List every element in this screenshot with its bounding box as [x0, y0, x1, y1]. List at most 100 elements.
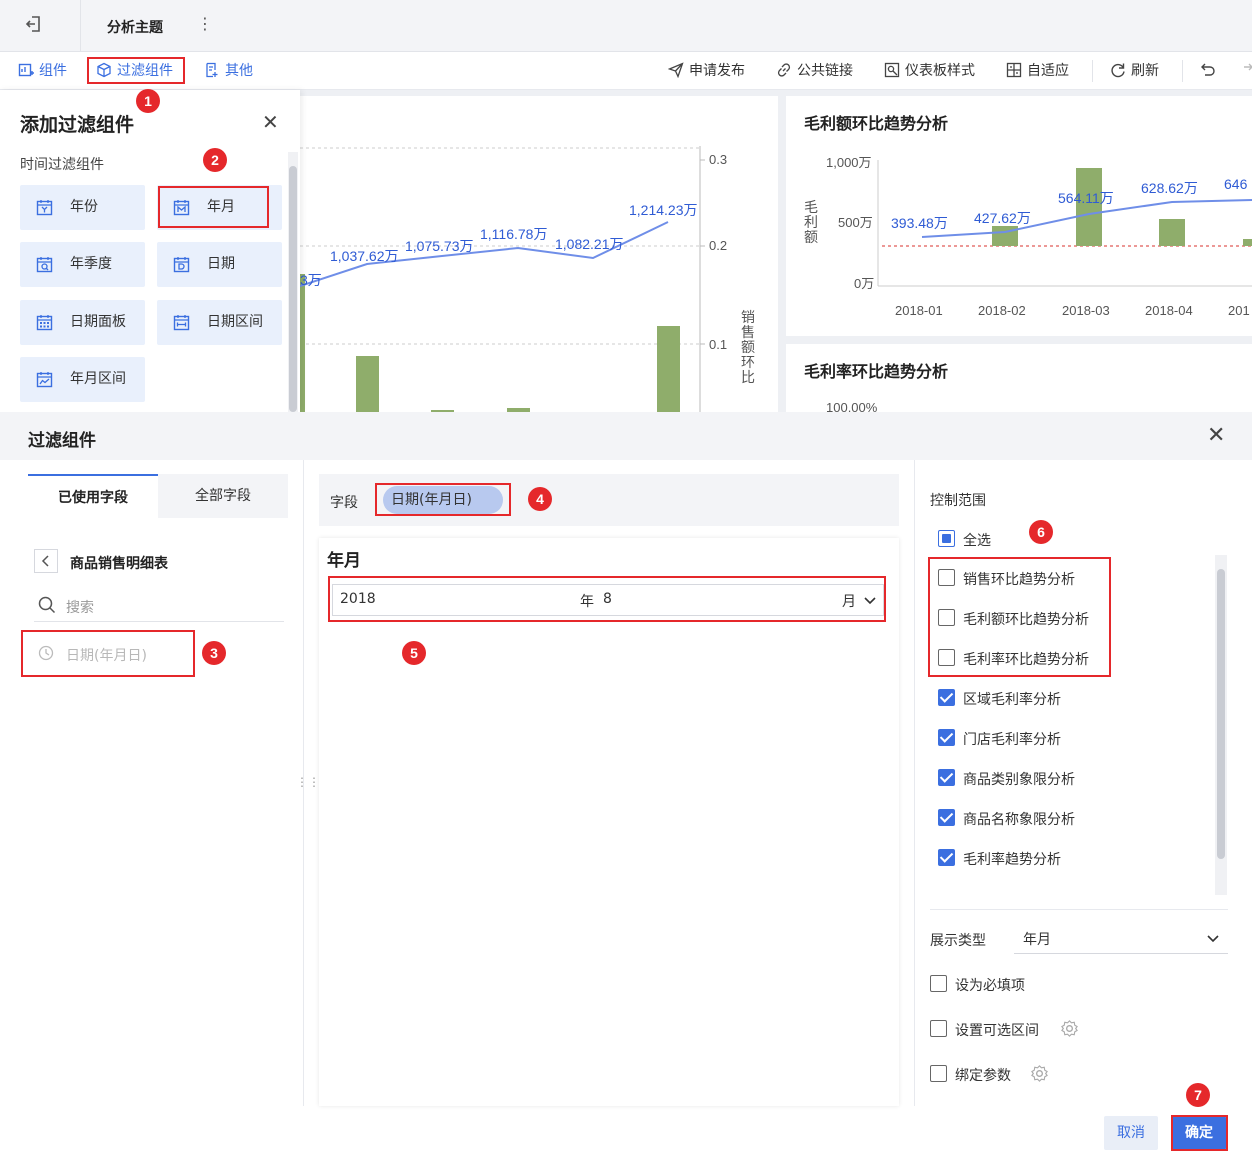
data-label: 1,075.73万	[405, 238, 474, 254]
step-badge: 1	[136, 89, 160, 113]
back-button[interactable]	[34, 549, 58, 573]
required-checkbox[interactable]	[930, 975, 947, 992]
add-filter-panel: 添加过滤组件 ✕ 时间过滤组件 年份 年月 年季度 日期 日期面板 日期区间 年…	[0, 90, 300, 412]
chart-bar	[300, 274, 305, 412]
select-all-checkbox[interactable]	[938, 530, 955, 547]
more-vertical-icon[interactable]: ⋮	[197, 14, 213, 33]
highlight-box	[1171, 1115, 1228, 1151]
calendar-icon	[36, 315, 53, 331]
scope-item-label: 商品类别象限分析	[963, 772, 1075, 788]
table-name: 商品销售明细表	[70, 556, 168, 572]
scope-item-checkbox[interactable]	[938, 769, 955, 786]
gross-profit-mom-chart-card[interactable]: 毛利额环比趋势分析 毛利额 1,000万 500万 0万 393.48万 427…	[786, 96, 1252, 336]
gear-icon[interactable]	[1030, 1064, 1049, 1083]
data-label: 564.11万	[1058, 190, 1114, 206]
calendar-icon	[173, 257, 190, 273]
data-label: 1,082.21万	[555, 236, 624, 252]
step-badge: 2	[203, 148, 227, 172]
filter-date-range-button[interactable]: 日期区间	[157, 300, 282, 345]
search-input[interactable]: 搜索	[34, 590, 284, 622]
step-badge: 7	[1186, 1083, 1210, 1107]
component-icon	[18, 63, 34, 77]
right-axis-tick: 0.2	[709, 238, 728, 253]
display-type-select[interactable]: 年月	[1014, 924, 1228, 954]
data-label: 427.62万	[974, 210, 1031, 226]
highlight-box	[328, 576, 886, 622]
toolbar-other-button[interactable]: 其他	[204, 52, 253, 90]
scope-item-checkbox[interactable]	[938, 809, 955, 826]
toolbar-component-button[interactable]: 组件	[18, 52, 67, 90]
cancel-button[interactable]: 取消	[1104, 1116, 1158, 1150]
close-icon[interactable]: ✕	[262, 110, 279, 134]
data-label: 3万	[300, 272, 322, 288]
data-label: 1,037.62万	[330, 248, 399, 264]
send-icon	[667, 62, 684, 79]
scope-title: 控制范围	[930, 493, 986, 509]
step-badge: 5	[402, 641, 426, 665]
scope-item-label: 门店毛利率分析	[963, 732, 1061, 748]
preview-title: 年月	[327, 551, 361, 571]
right-axis-label: 销售额环比	[741, 309, 755, 385]
refresh-button[interactable]: 刷新	[1110, 52, 1159, 90]
chart-bar	[1243, 239, 1252, 246]
divider	[930, 909, 1228, 910]
document-icon	[206, 62, 218, 78]
chart-bar	[992, 226, 1018, 246]
redo-icon[interactable]	[1238, 52, 1252, 90]
page-title: 分析主题	[107, 20, 163, 36]
dashboard-style-button[interactable]: 仪表板样式	[884, 52, 975, 90]
scope-item-label: 毛利率趋势分析	[963, 852, 1061, 868]
calendar-icon	[36, 372, 53, 388]
apply-publish-button[interactable]: 申请发布	[667, 52, 745, 90]
highlight-box	[158, 186, 269, 228]
bind-parameter-checkbox[interactable]	[930, 1065, 947, 1082]
panel-scrollbar[interactable]	[288, 152, 298, 412]
filter-year-month-range-button[interactable]: 年月区间	[20, 357, 145, 402]
x-axis-tick: 2018-02	[978, 303, 1026, 318]
chart-title: 毛利率环比趋势分析	[804, 362, 949, 381]
scope-item-checkbox[interactable]	[938, 849, 955, 866]
dialog-header	[0, 412, 1252, 460]
right-axis-tick: 0.1	[709, 337, 728, 352]
toolbar-separator	[1092, 60, 1093, 82]
drag-handle-icon[interactable]: ⋮⋮	[296, 776, 320, 788]
calendar-icon	[36, 200, 53, 216]
dialog-title: 过滤组件	[28, 431, 96, 451]
column-divider	[914, 460, 915, 1106]
step-badge: 6	[1029, 520, 1053, 544]
sales-mom-chart-card[interactable]: 3万 1,037.62万 1,075.73万 1,116.78万 1,082.2…	[300, 96, 778, 412]
gear-icon[interactable]	[1060, 1019, 1079, 1038]
x-axis-tick: 2018-03	[1062, 303, 1110, 318]
close-icon[interactable]: ✕	[1207, 423, 1225, 448]
highlight-box	[375, 483, 511, 516]
exit-icon[interactable]	[24, 14, 58, 38]
divider	[80, 0, 81, 52]
highlight-box	[928, 557, 1111, 677]
scope-item-checkbox[interactable]	[938, 729, 955, 746]
right-axis-tick: 0.3	[709, 152, 728, 167]
gross-margin-mom-chart-card[interactable]: 毛利率环比趋势分析 100.00%	[786, 344, 1252, 415]
adaptive-button[interactable]: 自适应	[1006, 52, 1069, 90]
filter-year-quarter-button[interactable]: 年季度	[20, 242, 145, 287]
public-link-button[interactable]: 公共链接	[776, 52, 853, 90]
tab-used-fields[interactable]: 已使用字段	[28, 474, 158, 518]
undo-icon[interactable]	[1200, 52, 1221, 90]
filter-year-button[interactable]: 年份	[20, 185, 145, 230]
scope-item-checkbox[interactable]	[938, 689, 955, 706]
filter-date-panel-button[interactable]: 日期面板	[20, 300, 145, 345]
data-label: 646	[1224, 176, 1248, 192]
field-label: 字段	[330, 495, 358, 511]
tab-all-fields[interactable]: 全部字段	[158, 474, 288, 518]
filter-date-button[interactable]: 日期	[157, 242, 282, 287]
scope-scrollbar[interactable]	[1215, 555, 1227, 895]
data-label: 628.62万	[1141, 180, 1198, 196]
scope-item-label: 商品名称象限分析	[963, 812, 1075, 828]
search-icon	[38, 596, 56, 614]
selectable-range-checkbox[interactable]	[930, 1020, 947, 1037]
select-all-label: 全选	[963, 533, 991, 549]
x-axis-tick: 2018-01	[895, 303, 943, 318]
scope-item-label: 区域毛利率分析	[963, 692, 1061, 708]
chevron-left-icon	[41, 555, 49, 567]
highlight-box	[21, 630, 195, 677]
panel-title: 添加过滤组件	[20, 114, 135, 136]
